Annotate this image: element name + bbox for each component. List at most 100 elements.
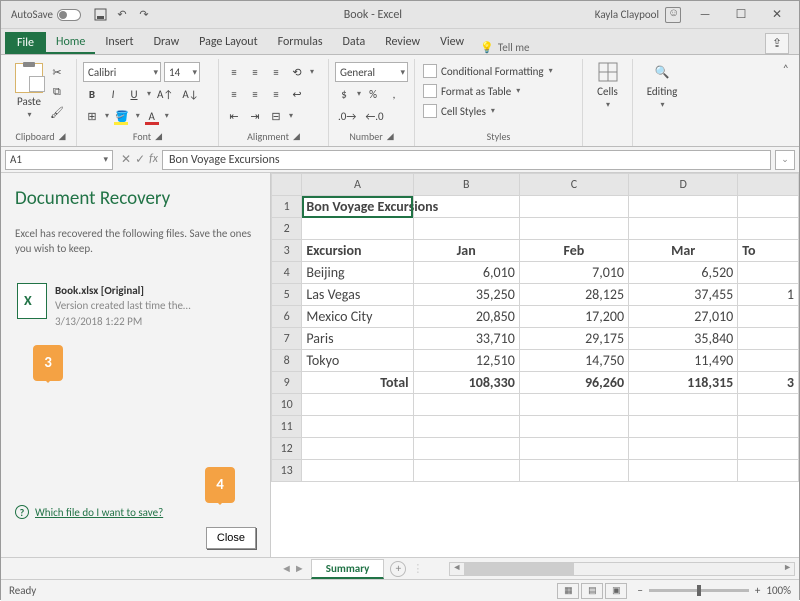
dialog-launcher-icon[interactable]: ◢ <box>155 131 162 142</box>
dialog-launcher-icon[interactable]: ◢ <box>293 131 300 142</box>
bold-button[interactable]: B <box>83 85 101 103</box>
border-button[interactable]: ⊞ <box>83 107 101 125</box>
cell[interactable] <box>413 460 519 482</box>
cell[interactable]: Mar <box>629 240 738 262</box>
sheet-tab-summary[interactable]: Summary <box>311 559 385 579</box>
increase-decimal-icon[interactable]: .0→ <box>335 107 359 125</box>
align-top-icon[interactable]: ≡ <box>225 63 243 81</box>
cell[interactable]: 96,260 <box>519 372 628 394</box>
cell[interactable]: 28,125 <box>519 284 628 306</box>
cell[interactable] <box>629 438 738 460</box>
cell[interactable]: 33,710 <box>413 328 519 350</box>
cell[interactable] <box>738 394 799 416</box>
autosave-toggle[interactable]: AutoSave <box>11 8 81 21</box>
dialog-launcher-icon[interactable]: ◢ <box>387 131 394 142</box>
row-header[interactable]: 11 <box>272 416 302 438</box>
cell[interactable] <box>738 350 799 372</box>
row-header[interactable]: 4 <box>272 262 302 284</box>
decrease-decimal-icon[interactable]: ←.0 <box>362 107 386 125</box>
tab-formulas[interactable]: Formulas <box>268 31 333 54</box>
redo-icon[interactable]: ↷ <box>137 8 151 22</box>
decrease-font-icon[interactable]: A↓ <box>179 85 201 103</box>
font-name-select[interactable]: Calibri <box>83 62 161 82</box>
cell[interactable] <box>629 394 738 416</box>
cell[interactable] <box>302 416 413 438</box>
row-header[interactable]: 5 <box>272 284 302 306</box>
decrease-indent-icon[interactable]: ⇤ <box>225 107 243 125</box>
format-painter-icon[interactable]: 🖌 <box>47 103 67 121</box>
cell[interactable]: 17,200 <box>519 306 628 328</box>
zoom-slider[interactable] <box>649 589 749 592</box>
tell-me[interactable]: 💡 Tell me <box>480 41 529 54</box>
cell[interactable]: 27,010 <box>629 306 738 328</box>
cell[interactable] <box>738 306 799 328</box>
merge-center-icon[interactable]: ⊟ <box>267 107 285 125</box>
cell[interactable]: 37,455 <box>629 284 738 306</box>
minimize-button[interactable]: — <box>687 2 723 28</box>
cell[interactable] <box>302 438 413 460</box>
tab-data[interactable]: Data <box>333 31 376 54</box>
number-format-select[interactable]: General <box>335 62 408 82</box>
editing-icon[interactable]: 🔍 <box>651 61 673 83</box>
conditional-formatting-button[interactable]: Conditional Formatting▾ <box>421 61 576 81</box>
cell[interactable] <box>413 438 519 460</box>
cell[interactable]: 20,850 <box>413 306 519 328</box>
help-icon[interactable]: ? <box>15 505 29 519</box>
enter-formula-icon[interactable]: ✓ <box>135 152 145 167</box>
expand-formula-bar-icon[interactable]: ⌄ <box>775 150 795 170</box>
cell[interactable]: Jan <box>413 240 519 262</box>
next-sheet-icon[interactable]: ► <box>294 562 305 575</box>
dialog-launcher-icon[interactable]: ◢ <box>59 131 66 142</box>
row-header[interactable]: 9 <box>272 372 302 394</box>
formula-input[interactable]: Bon Voyage Excursions <box>162 150 771 170</box>
cell[interactable] <box>738 262 799 284</box>
column-header[interactable]: D <box>629 174 738 196</box>
cell[interactable]: 12,510 <box>413 350 519 372</box>
cell[interactable]: Feb <box>519 240 628 262</box>
cell[interactable] <box>738 328 799 350</box>
italic-button[interactable]: I <box>104 85 122 103</box>
cell[interactable]: 14,750 <box>519 350 628 372</box>
cell[interactable]: Total <box>302 372 413 394</box>
fx-icon[interactable]: fx <box>149 152 158 167</box>
add-sheet-button[interactable]: + <box>390 561 406 577</box>
recovery-help-link[interactable]: Which file do I want to save? <box>35 506 163 519</box>
tab-draw[interactable]: Draw <box>144 31 190 54</box>
format-as-table-button[interactable]: Format as Table▾ <box>421 81 576 101</box>
cell-grid[interactable]: ABCD1Bon Voyage Excursions23ExcursionJan… <box>271 173 799 557</box>
select-all-corner[interactable] <box>272 174 302 196</box>
row-header[interactable]: 6 <box>272 306 302 328</box>
tab-review[interactable]: Review <box>375 31 430 54</box>
cell[interactable] <box>519 438 628 460</box>
user-area[interactable]: Kayla Claypool <box>595 7 681 23</box>
cell[interactable] <box>738 438 799 460</box>
zoom-control[interactable]: − + 100% <box>637 584 791 597</box>
font-size-select[interactable]: 14 <box>164 62 200 82</box>
page-break-view-button[interactable]: ▣ <box>605 583 627 599</box>
recovery-file-item[interactable]: Book.xlsx [Original] Version created las… <box>15 279 256 333</box>
cell[interactable]: 6,010 <box>413 262 519 284</box>
cell[interactable] <box>302 460 413 482</box>
font-color-button[interactable]: A <box>143 107 161 125</box>
zoom-in-icon[interactable]: + <box>755 584 760 597</box>
cell[interactable] <box>519 218 628 240</box>
cell-styles-button[interactable]: Cell Styles▾ <box>421 101 576 121</box>
cell[interactable] <box>629 218 738 240</box>
tab-view[interactable]: View <box>430 31 474 54</box>
cell[interactable] <box>413 394 519 416</box>
cell[interactable] <box>519 460 628 482</box>
cell[interactable]: Paris <box>302 328 413 350</box>
align-middle-icon[interactable]: ≡ <box>246 63 264 81</box>
cells-icon[interactable] <box>597 61 619 83</box>
cell[interactable]: 7,010 <box>519 262 628 284</box>
align-left-icon[interactable]: ≡ <box>225 85 243 103</box>
zoom-out-icon[interactable]: − <box>637 584 642 597</box>
cell[interactable]: 35,250 <box>413 284 519 306</box>
row-header[interactable]: 7 <box>272 328 302 350</box>
align-center-icon[interactable]: ≡ <box>246 85 264 103</box>
row-header[interactable]: 13 <box>272 460 302 482</box>
cell[interactable]: 108,330 <box>413 372 519 394</box>
cell[interactable] <box>302 394 413 416</box>
name-box[interactable]: A1 <box>5 150 113 170</box>
collapse-ribbon-icon[interactable]: ˄ <box>783 59 795 146</box>
